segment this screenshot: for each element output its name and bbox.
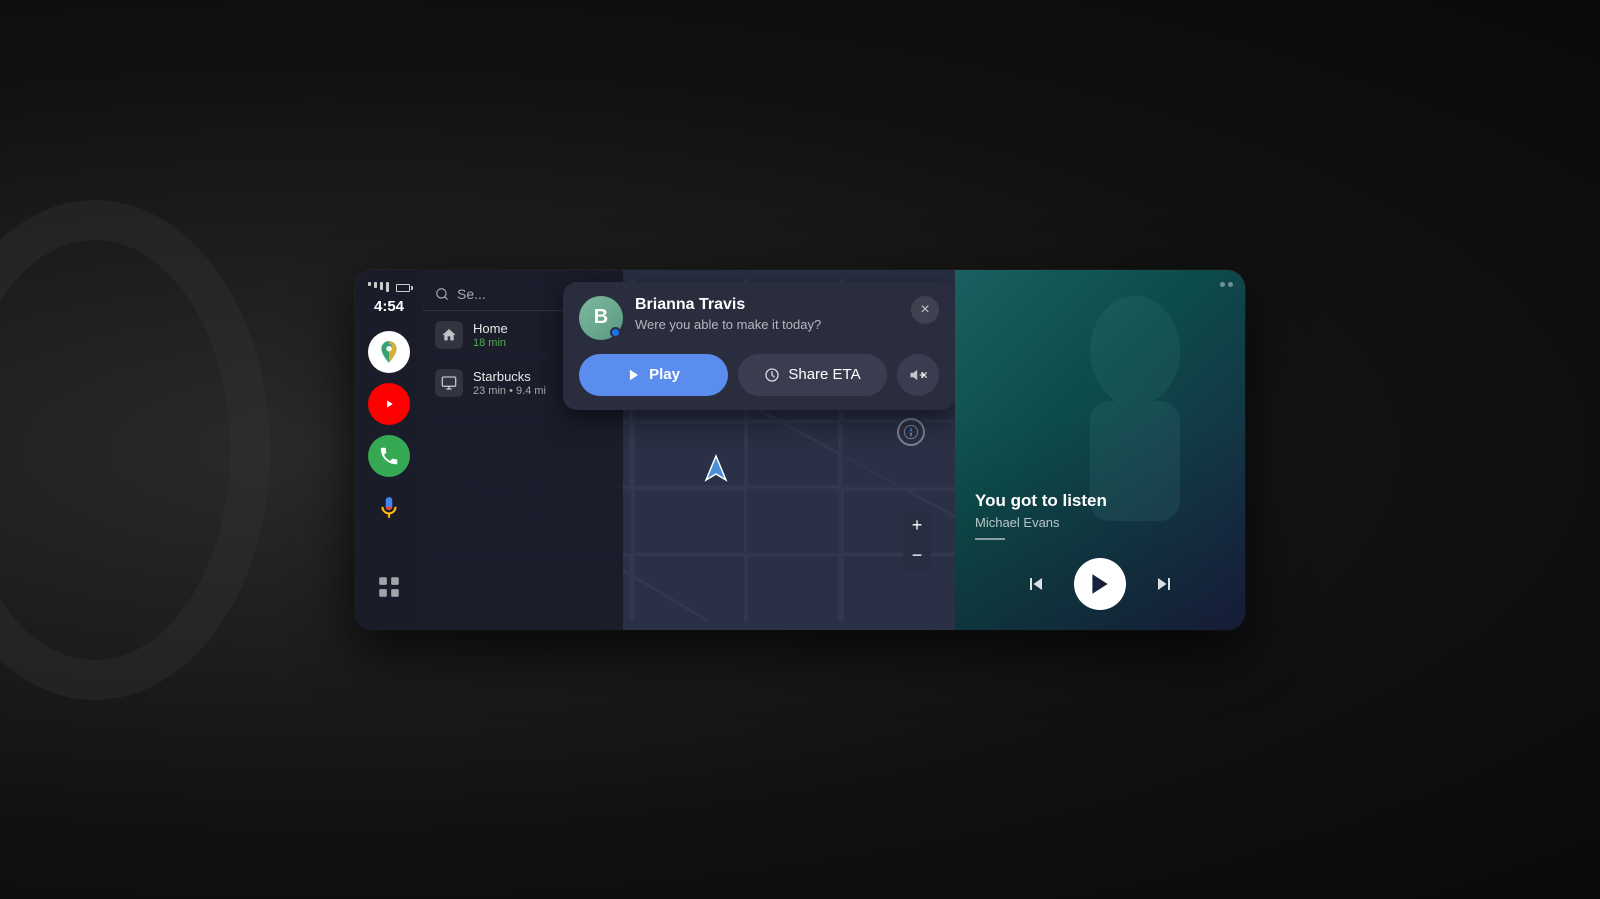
compass-button[interactable] [897, 418, 925, 446]
album-art [955, 270, 1245, 522]
android-auto-screen: 4:54 [355, 270, 1245, 630]
avatar-app-dot [610, 327, 621, 338]
music-info: You got to listen Michael Evans [975, 491, 1225, 540]
prev-track-button[interactable] [1018, 566, 1054, 602]
notification-text: Brianna Travis Were you able to make it … [635, 296, 899, 332]
mute-icon [909, 366, 927, 384]
battery-icon [396, 284, 410, 292]
phone-icon [378, 445, 400, 467]
play-pause-icon [1087, 571, 1113, 597]
track-artist: Michael Evans [975, 515, 1225, 530]
sidebar: 4:54 [355, 270, 423, 630]
notification-actions: Play Share ETA [579, 354, 939, 396]
home-nav-icon [435, 321, 463, 349]
signal-bar-4 [386, 282, 389, 292]
zoom-in-button[interactable]: + [903, 512, 931, 540]
assistant-icon [376, 495, 402, 521]
play-button[interactable]: Play [579, 354, 728, 396]
status-block: 4:54 [368, 282, 410, 315]
next-track-button[interactable] [1146, 566, 1182, 602]
skip-next-icon [1152, 572, 1176, 596]
notification-popup: B Brianna Travis Were you able to make i… [563, 282, 955, 410]
notification-header: B Brianna Travis Were you able to make i… [579, 296, 939, 340]
skip-previous-icon [1024, 572, 1048, 596]
contact-name: Brianna Travis [635, 296, 899, 314]
track-title: You got to listen [975, 491, 1225, 511]
signal-bar-1 [368, 282, 371, 286]
play-icon [627, 368, 641, 382]
clock: 4:54 [374, 298, 404, 315]
play-label: Play [649, 366, 680, 383]
search-placeholder: Se... [457, 286, 486, 302]
play-pause-button[interactable] [1074, 558, 1126, 610]
youtube-music-icon [378, 393, 400, 415]
music-controls [955, 558, 1245, 610]
zoom-out-button[interactable]: − [903, 542, 931, 570]
notification-message: Were you able to make it today? [635, 317, 899, 332]
compass-icon [903, 424, 919, 440]
progress-bar [975, 538, 1005, 540]
maps-icon [376, 339, 402, 365]
avatar-initial: B [594, 306, 608, 329]
signal-bar-3 [380, 282, 383, 290]
zoom-controls: + − [903, 512, 931, 570]
mute-button[interactable] [897, 354, 939, 396]
map-area[interactable]: Se... Home 18 min [423, 270, 955, 630]
sidebar-item-grid[interactable] [368, 566, 410, 608]
sidebar-item-assistant[interactable] [368, 487, 410, 529]
sidebar-item-youtube-music[interactable] [368, 383, 410, 425]
sidebar-item-phone[interactable] [368, 435, 410, 477]
contact-avatar: B [579, 296, 623, 340]
close-button[interactable]: × [911, 296, 939, 324]
location-marker [700, 452, 732, 484]
signal-bar-2 [374, 282, 377, 288]
share-eta-label: Share ETA [788, 366, 860, 383]
music-panel: You got to listen Michael Evans [955, 270, 1245, 630]
search-icon [435, 287, 449, 301]
screen-icon [441, 375, 457, 391]
home-icon [441, 327, 457, 343]
clock-share-icon [764, 367, 780, 383]
navigation-arrow [700, 452, 732, 484]
share-eta-button[interactable]: Share ETA [738, 354, 887, 396]
main-content: Se... Home 18 min [423, 270, 955, 630]
starbucks-nav-icon [435, 369, 463, 397]
signal-icons [368, 282, 410, 292]
grid-icon [376, 574, 402, 600]
sidebar-item-maps[interactable] [368, 331, 410, 373]
